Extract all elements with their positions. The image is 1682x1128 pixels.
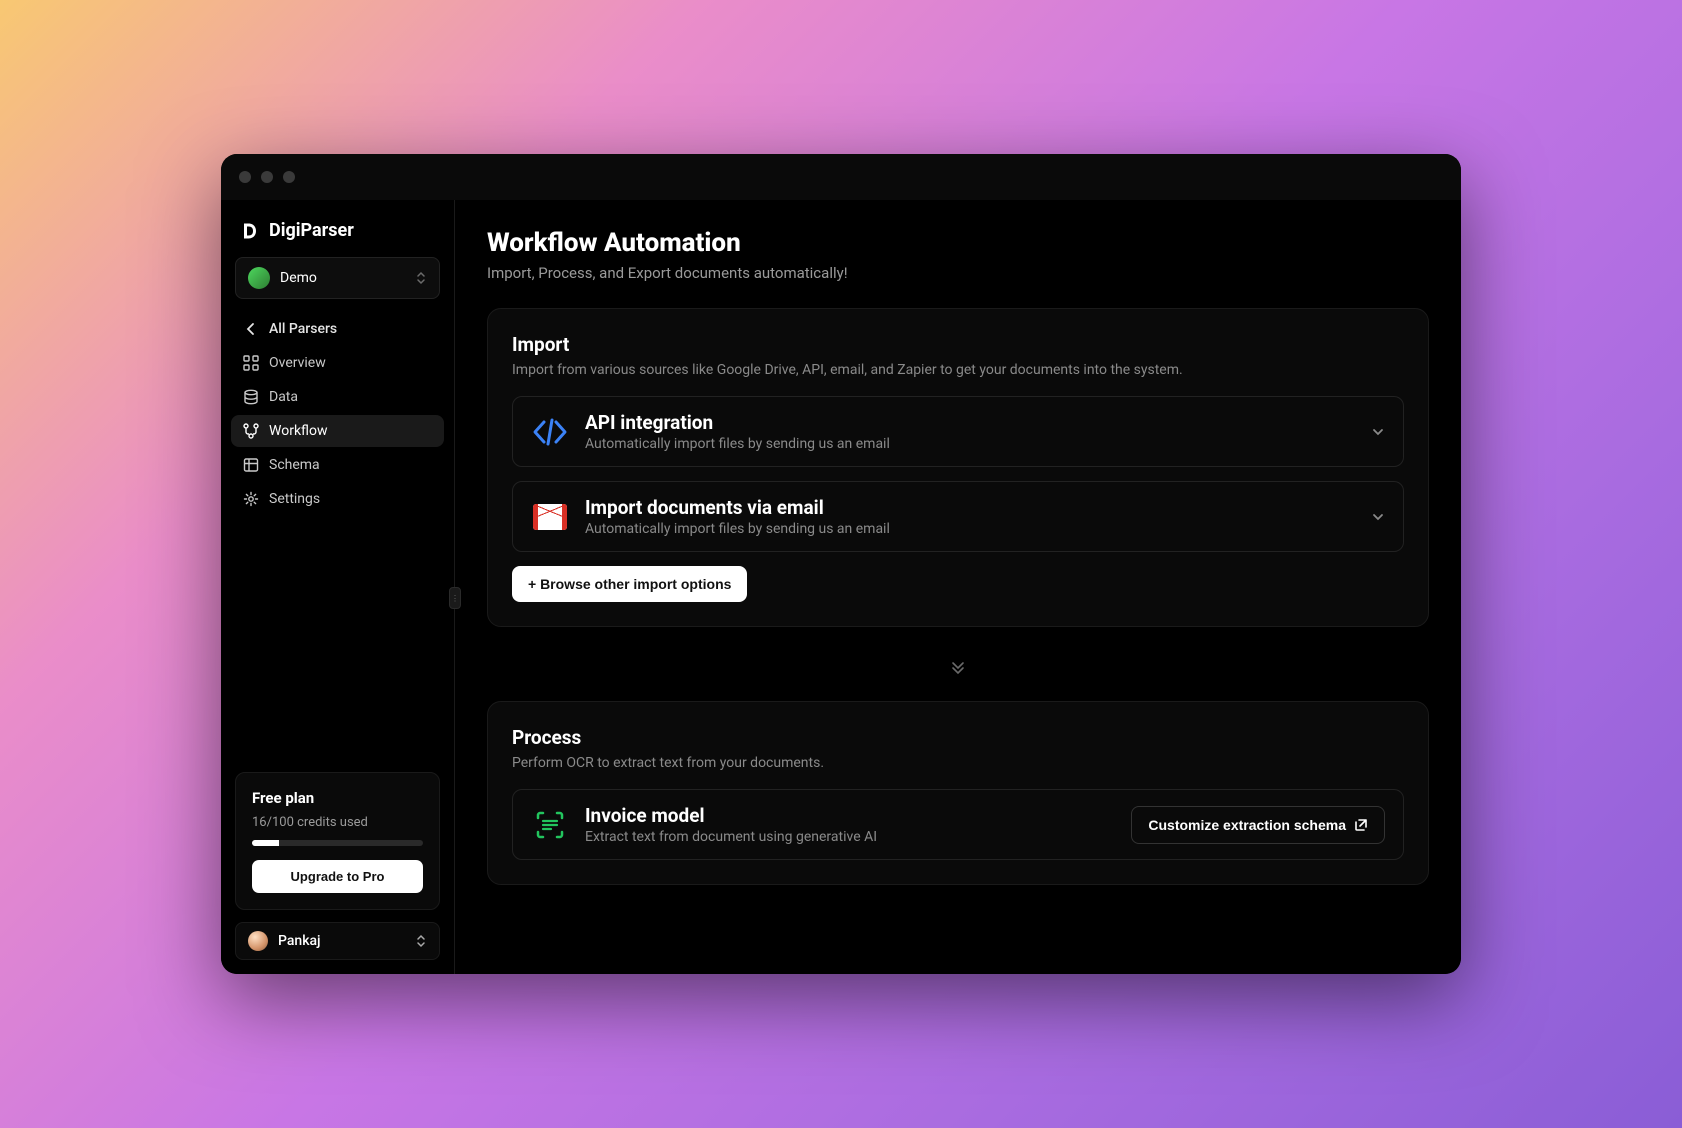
sidebar-item-schema[interactable]: Schema [231,449,444,481]
nav-back-all-parsers[interactable]: All Parsers [231,313,444,345]
chevron-down-icon [1371,425,1385,439]
workspace-label: Demo [280,270,405,286]
scan-icon [531,806,569,844]
table-icon [243,457,259,473]
process-section: Process Perform OCR to extract text from… [487,701,1429,885]
sidebar-item-label: Schema [269,457,320,473]
import-item-email[interactable]: Import documents via email Automatically… [512,481,1404,552]
chevron-down-icon [1371,510,1385,524]
grid-icon [243,355,259,371]
process-title: Process [512,726,1404,749]
plan-card: Free plan 16/100 credits used Upgrade to… [235,772,440,910]
credits-progress [252,840,423,846]
process-item-invoice-model[interactable]: Invoice model Extract text from document… [512,789,1404,860]
page-subtitle: Import, Process, and Export documents au… [487,264,1429,282]
workspace-avatar [248,267,270,289]
code-icon [531,413,569,451]
sidebar-item-workflow[interactable]: Workflow [231,415,444,447]
sidebar-item-overview[interactable]: Overview [231,347,444,379]
process-item-title: Invoice model [585,804,1115,827]
sidebar-item-label: Settings [269,491,320,507]
import-item-desc: Automatically import files by sending us… [585,436,1355,452]
gmail-icon [531,498,569,536]
import-title: Import [512,333,1404,356]
sidebar-item-settings[interactable]: Settings [231,483,444,515]
chevron-left-icon [243,321,259,337]
process-desc: Perform OCR to extract text from your do… [512,755,1404,771]
database-icon [243,389,259,405]
titlebar [221,154,1461,200]
logo: DigiParser [231,214,444,257]
app-name: DigiParser [269,220,354,241]
traffic-light-minimize[interactable] [261,171,273,183]
traffic-light-zoom[interactable] [283,171,295,183]
sidebar-nav: All Parsers Overview Data [231,313,444,515]
upgrade-button[interactable]: Upgrade to Pro [252,860,423,893]
sidebar: DigiParser Demo All Parsers [221,200,455,974]
import-section: Import Import from various sources like … [487,308,1429,627]
main-content: Workflow Automation Import, Process, and… [455,200,1461,974]
page-title: Workflow Automation [487,228,1429,258]
customize-schema-label: Customize extraction schema [1148,817,1346,833]
workflow-icon [243,423,259,439]
external-link-icon [1354,818,1368,832]
credits-progress-bar [252,840,279,846]
plan-credits: 16/100 credits used [252,815,423,830]
user-avatar [248,931,268,951]
workspace-selector[interactable]: Demo [235,257,440,299]
sidebar-item-label: Workflow [269,423,328,439]
section-divider-arrow [487,645,1429,701]
gear-icon [243,491,259,507]
browse-import-options-button[interactable]: + Browse other import options [512,566,747,602]
user-menu[interactable]: Pankaj [235,922,440,960]
chevron-updown-icon [415,934,427,948]
logo-icon [241,222,259,240]
chevron-updown-icon [415,271,427,285]
traffic-light-close[interactable] [239,171,251,183]
app-window: DigiParser Demo All Parsers [221,154,1461,974]
plan-title: Free plan [252,789,423,807]
process-item-desc: Extract text from document using generat… [585,829,1115,845]
import-item-api[interactable]: API integration Automatically import fil… [512,396,1404,467]
user-name: Pankaj [278,933,405,949]
sidebar-resize-handle[interactable]: ⋮ [449,587,461,609]
import-item-desc: Automatically import files by sending us… [585,521,1355,537]
sidebar-item-data[interactable]: Data [231,381,444,413]
import-item-title: API integration [585,411,1355,434]
sidebar-item-label: Overview [269,355,326,371]
nav-back-label: All Parsers [269,321,337,337]
import-item-title: Import documents via email [585,496,1355,519]
sidebar-item-label: Data [269,389,298,405]
import-desc: Import from various sources like Google … [512,362,1404,378]
customize-schema-button[interactable]: Customize extraction schema [1131,806,1385,844]
traffic-lights [239,171,295,183]
